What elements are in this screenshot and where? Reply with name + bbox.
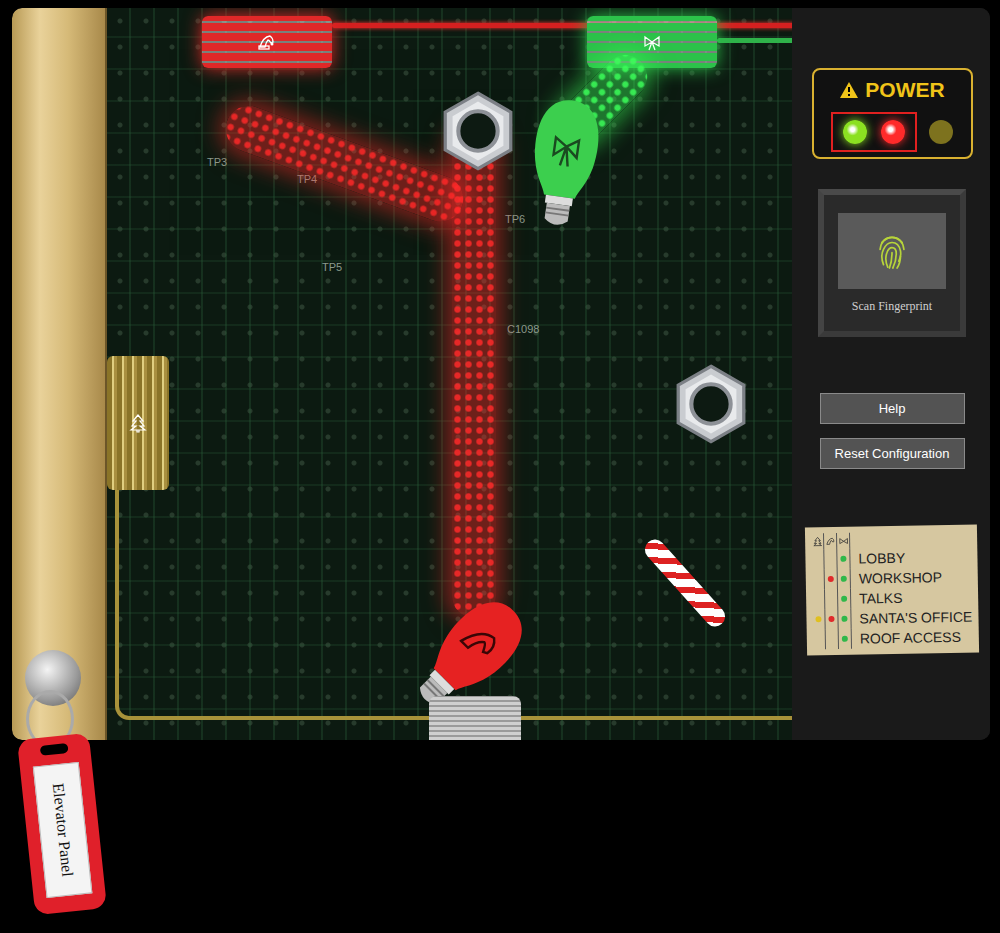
floor-note: LOBBY WORKSHOP TALKS SANTA'S OFFICE ROOF ACC…: [805, 525, 979, 656]
red-wire: [332, 23, 792, 28]
power-light: [881, 120, 905, 144]
note-cell: [826, 629, 839, 649]
power-lights: [831, 112, 953, 152]
board-label: TP6: [505, 213, 525, 225]
note-cell: [811, 549, 824, 569]
power-light: [843, 120, 867, 144]
floor-name: TALKS: [851, 590, 903, 607]
power-dot: [841, 596, 847, 602]
floor-name: SANTA'S OFFICE: [851, 609, 972, 627]
santa-hat-icon: [257, 32, 277, 52]
floor-row: TALKS: [812, 587, 974, 610]
note-cell: [837, 549, 850, 569]
note-column: [824, 533, 837, 549]
note-cell: [812, 609, 825, 629]
power-light: [929, 120, 953, 144]
green-wire: [717, 38, 792, 43]
power-dot: [815, 616, 821, 622]
note-cell: [812, 569, 825, 589]
note-cell: [839, 629, 852, 649]
candy-cane[interactable]: [641, 535, 729, 630]
key-lock[interactable]: [25, 650, 81, 706]
floor-row: SANTA'S OFFICE: [812, 607, 974, 630]
green-bulb[interactable]: [516, 91, 612, 237]
elevator-panel: TP3TP4TP5TP6C1098POWERScan FingerprintHe…: [12, 8, 990, 740]
tree-icon: [128, 413, 148, 433]
highlight-box: [831, 112, 917, 152]
floor-name: ROOF ACCESS: [852, 629, 961, 647]
circuit-board: TP3TP4TP5TP6C1098: [107, 8, 792, 740]
scanner-pad[interactable]: [838, 213, 946, 289]
bow-icon: [838, 535, 849, 546]
power-indicator: POWER: [812, 68, 973, 159]
note-cell: [838, 609, 851, 629]
power-dot: [841, 576, 847, 582]
button-group: Help Reset Configuration: [820, 393, 965, 469]
light-socket: [587, 16, 717, 68]
note-cell: [825, 609, 838, 629]
note-cell: [813, 629, 826, 649]
warning-icon: [839, 81, 859, 99]
game-screen: TP3TP4TP5TP6C1098POWERScan FingerprintHe…: [0, 0, 1000, 933]
floor-name: WORKSHOP: [851, 569, 942, 587]
bow-icon: [642, 32, 662, 52]
board-label: TP3: [207, 156, 227, 168]
note-column: [837, 533, 850, 549]
note-cell: [838, 589, 851, 609]
light-socket: [202, 16, 332, 68]
power-dot: [828, 616, 834, 622]
fingerprint-icon: [875, 230, 909, 272]
note-cell: [838, 569, 851, 589]
note-column: [811, 533, 824, 549]
panel-button[interactable]: Help: [820, 393, 965, 424]
fingerprint-label: Scan Fingerprint: [852, 299, 932, 314]
floor-name: LOBBY: [850, 550, 905, 567]
fingerprint-scanner[interactable]: Scan Fingerprint: [818, 189, 966, 337]
power-title: POWER: [839, 78, 944, 102]
hex-nut[interactable]: [437, 90, 519, 172]
light-socket: [107, 356, 169, 490]
floor-row: ROOF ACCESS: [813, 627, 975, 650]
board-label: C1098: [507, 323, 539, 335]
tree-icon: [812, 536, 823, 547]
light-beam: [219, 99, 470, 228]
tag-label: Elevator Panel: [33, 762, 93, 898]
panel-door[interactable]: [12, 8, 107, 740]
hex-nut[interactable]: [670, 363, 752, 445]
santa-hat-icon: [825, 535, 836, 546]
note-cell: [825, 589, 838, 609]
light-beam: [452, 128, 496, 618]
bulb-stand: [429, 696, 521, 740]
power-dot: [841, 616, 847, 622]
board-label: TP5: [322, 261, 342, 273]
key-ring: Elevator Panel: [20, 650, 110, 920]
key-tag[interactable]: Elevator Panel: [17, 733, 107, 916]
note-header: [811, 531, 973, 550]
power-dot: [840, 556, 846, 562]
note-cell: [812, 589, 825, 609]
panel-button[interactable]: Reset Configuration: [820, 438, 965, 469]
note-cell: [824, 549, 837, 569]
note-cell: [825, 569, 838, 589]
floor-row: WORKSHOP: [812, 567, 974, 590]
power-dot: [828, 576, 834, 582]
sidebar: POWER Scan Fingerprint Help Reset Configura…: [792, 8, 990, 740]
power-dot: [842, 636, 848, 642]
floor-row: LOBBY: [811, 547, 973, 570]
